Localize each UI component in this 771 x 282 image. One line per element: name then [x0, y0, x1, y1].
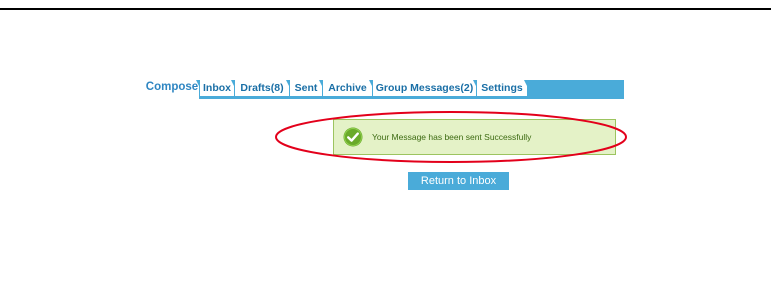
tab-group-messages[interactable]: Group Messages(2): [373, 80, 477, 96]
tab-inbox[interactable]: Inbox: [200, 80, 235, 96]
tab-compose[interactable]: Compose: [145, 80, 200, 99]
success-message: Your Message has been sent Successfully: [372, 132, 532, 142]
tab-label: Drafts(8): [240, 82, 284, 94]
return-to-inbox-button[interactable]: Return to Inbox: [408, 172, 509, 190]
tab-label: Archive: [328, 82, 367, 94]
top-divider: [0, 8, 771, 10]
tab-label: Inbox: [203, 82, 231, 94]
tab-label: Settings: [481, 82, 523, 94]
tab-sent[interactable]: Sent: [290, 80, 323, 96]
tab-label: Compose: [145, 81, 199, 93]
mail-tab-bar: Compose Inbox Drafts(8) Sent Archive Gro…: [145, 80, 624, 99]
tab-label: Group Messages(2): [375, 82, 474, 94]
success-alert: Your Message has been sent Successfully: [333, 119, 616, 155]
tab-notch: [524, 80, 528, 88]
tab-drafts[interactable]: Drafts(8): [235, 80, 290, 96]
tab-settings[interactable]: Settings: [477, 80, 528, 96]
check-circle-icon: [343, 127, 363, 147]
tab-archive[interactable]: Archive: [323, 80, 373, 96]
tab-label: Sent: [294, 82, 318, 94]
